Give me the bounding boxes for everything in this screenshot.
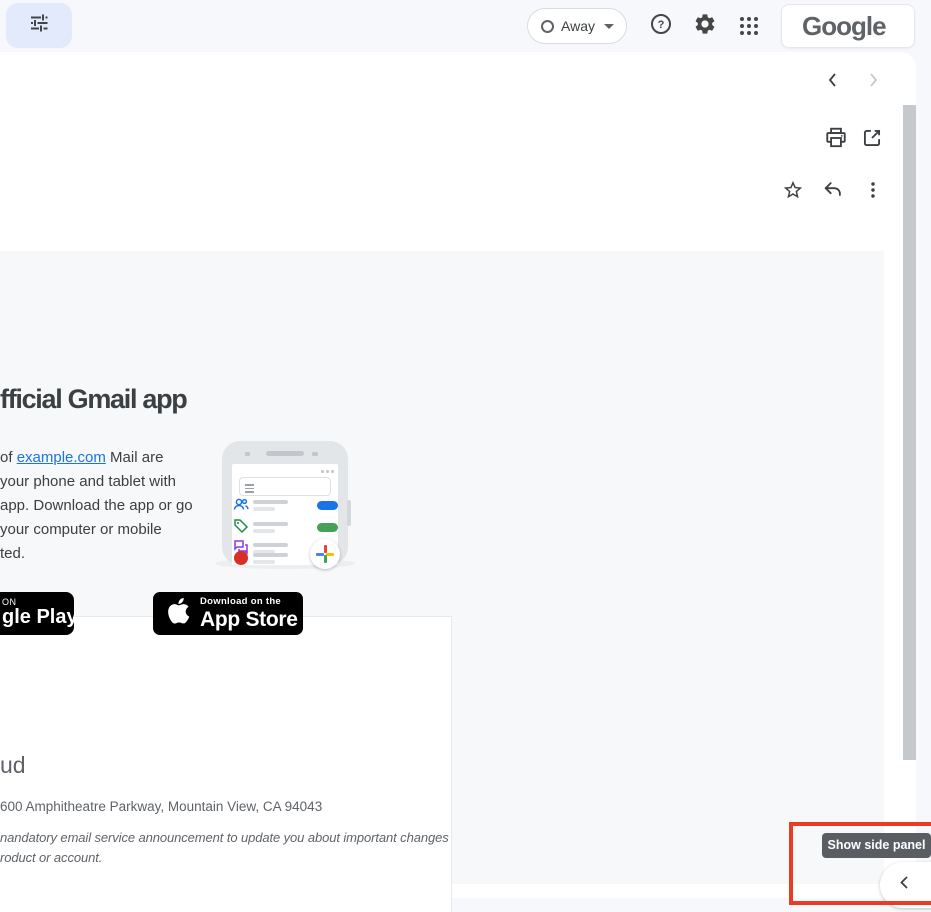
plus-fab-icon <box>310 539 340 569</box>
email-paragraph-line: your computer or mobile <box>0 521 162 538</box>
email-body <box>0 251 884 884</box>
scrollbar-thumb[interactable] <box>903 105 916 760</box>
tune-filters-button[interactable] <box>6 3 72 48</box>
tune-icon <box>28 12 50 39</box>
settings-button[interactable] <box>691 12 719 40</box>
star-button[interactable] <box>781 180 805 204</box>
svg-text:?: ? <box>658 19 665 31</box>
green-pill <box>317 523 338 532</box>
newer-message-button[interactable] <box>821 70 845 94</box>
phone-camera-dot <box>245 452 250 456</box>
footer-disclaimer-line: roduct or account. <box>0 850 102 865</box>
list-line <box>253 543 288 547</box>
print-icon <box>824 126 848 155</box>
reply-icon <box>822 179 844 206</box>
more-options-button[interactable] <box>861 180 885 204</box>
list-line <box>253 507 275 511</box>
app-store-badge[interactable]: Download on the App Store <box>153 592 303 635</box>
email-paragraph-line: ted. <box>0 545 25 562</box>
presence-status-dropdown[interactable]: Away <box>527 8 627 44</box>
google-logo: Google <box>802 11 886 42</box>
apple-logo-icon <box>165 596 191 631</box>
list-line <box>253 500 288 504</box>
footer-brand: ud <box>0 752 26 779</box>
phone-camera-dot <box>312 452 318 456</box>
header-bar: Away ? Google <box>0 0 931 52</box>
apps-button[interactable] <box>735 12 763 40</box>
gmail-app-card <box>0 616 452 912</box>
print-button[interactable] <box>824 128 848 152</box>
star-icon <box>782 179 804 206</box>
hamburger-icon <box>245 482 254 495</box>
email-paragraph-line: your phone and tablet with <box>0 473 176 490</box>
more-vert-icon <box>862 179 884 206</box>
chevron-right-icon <box>863 70 883 95</box>
email-paragraph-line: app. Download the app or go <box>0 497 193 514</box>
list-line <box>253 522 288 526</box>
chevron-left-icon <box>897 875 912 895</box>
list-line <box>253 560 275 564</box>
apps-grid-icon <box>740 17 758 35</box>
red-dot-icon <box>233 550 249 566</box>
phone-side-button <box>347 500 351 526</box>
gmail-window: Away ? Google <box>0 0 931 912</box>
open-in-new-button[interactable] <box>860 128 884 152</box>
email-heading: fficial Gmail app <box>0 384 186 415</box>
list-line <box>253 553 288 557</box>
footer-address: 600 Amphitheatre Parkway, Mountain View,… <box>0 799 322 814</box>
reply-button[interactable] <box>821 180 845 204</box>
gear-icon <box>693 12 717 41</box>
open-in-new-icon <box>860 126 884 155</box>
show-side-panel-button[interactable] <box>880 862 931 908</box>
footer-disclaimer-line: nandatory email service announcement to … <box>0 830 449 845</box>
app-store-badge-top-text: Download on the <box>200 597 298 607</box>
presence-circle-icon <box>541 20 554 33</box>
list-line <box>253 529 275 533</box>
label-icon <box>233 518 249 534</box>
chevron-left-icon <box>823 70 843 95</box>
people-icon <box>233 496 249 512</box>
google-play-badge[interactable]: ON gle Play <box>0 592 74 635</box>
older-message-button[interactable] <box>861 70 885 94</box>
example-com-link[interactable]: example.com <box>17 449 106 466</box>
blue-pill <box>317 501 338 510</box>
help-icon: ? <box>649 12 673 41</box>
status-label: Away <box>561 18 595 34</box>
google-play-badge-main-text: gle Play <box>2 606 74 629</box>
caret-down-icon <box>604 24 614 29</box>
help-button[interactable]: ? <box>647 12 675 40</box>
google-account-card[interactable]: Google <box>781 4 915 48</box>
email-paragraph-line: of example.com Mail are <box>0 449 163 466</box>
app-store-badge-main-text: App Store <box>200 609 298 630</box>
show-side-panel-tooltip: Show side panel <box>822 833 931 858</box>
phone-speaker-bar <box>266 451 304 456</box>
